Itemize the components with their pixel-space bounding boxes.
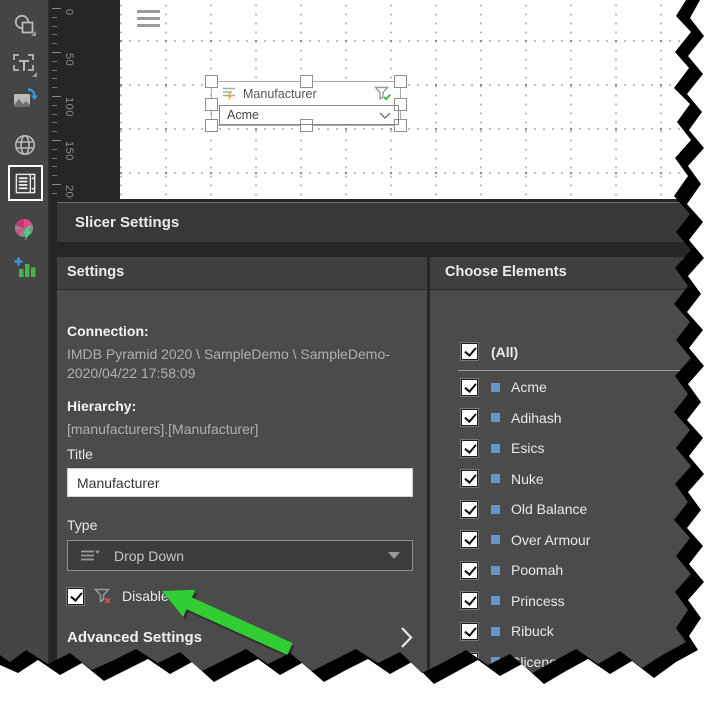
title-label: Title [67, 446, 93, 462]
slicer-widget[interactable]: Manufacturer Acme [211, 81, 401, 126]
element-label: Poomah [511, 562, 563, 578]
element-label: Nuke [511, 471, 544, 487]
element-checkbox[interactable] [461, 592, 478, 609]
element-label: Old Balance [511, 501, 587, 517]
settings-column: Connection: IMDB Pyramid 2020 \ SampleDe… [57, 257, 427, 704]
type-dropdown-value: Drop Down [114, 548, 388, 564]
element-bullet-icon [491, 627, 500, 636]
element-label: Esics [511, 440, 544, 456]
element-checkbox[interactable] [461, 409, 478, 426]
element-bullet-icon [491, 566, 500, 575]
element-checkbox[interactable] [461, 531, 478, 548]
bar-chart-tool-button[interactable] [0, 250, 50, 284]
element-checkbox[interactable] [461, 379, 478, 396]
element-checkbox[interactable] [461, 470, 478, 487]
globe-icon [12, 132, 38, 158]
resize-handle[interactable] [205, 98, 218, 111]
slicer-tool-button-selected[interactable] [8, 165, 43, 201]
menu-icon[interactable] [137, 10, 160, 31]
element-bullet-icon [491, 474, 500, 483]
element-label: Ribuck [511, 623, 554, 639]
screenshot-stage: 050100150200 Manufacturer [0, 0, 726, 704]
type-label: Type [67, 517, 97, 533]
pie-chart-icon [12, 216, 38, 242]
settings-panel: Settings Choose Elements Connection: IMD… [57, 257, 726, 704]
widget-dropdown-value: Acme [227, 108, 379, 122]
resize-handle[interactable] [205, 75, 218, 88]
element-checkbox[interactable] [461, 562, 478, 579]
filter-check-icon[interactable] [374, 86, 392, 102]
element-row[interactable]: Over Armour [461, 531, 590, 549]
element-checkbox[interactable] [461, 623, 478, 640]
connection-value: IMDB Pyramid 2020 \ SampleDemo \ SampleD… [67, 345, 419, 383]
element-label: Over Armour [511, 532, 590, 548]
element-checkbox[interactable] [461, 440, 478, 457]
shapes-tool-button[interactable] [0, 8, 50, 42]
element-label: Acme [511, 379, 547, 395]
type-dropdown[interactable]: Drop Down [67, 540, 413, 571]
disable-row[interactable]: Disable [67, 587, 169, 605]
shapes-icon [12, 12, 38, 38]
element-row[interactable]: Old Balance [461, 500, 587, 518]
element-label: Princess [511, 593, 565, 609]
element-row[interactable]: Adihash [461, 409, 562, 427]
hierarchy-label: Hierarchy: [67, 398, 136, 414]
image-icon [12, 87, 38, 113]
resize-handle[interactable] [394, 75, 407, 88]
panel-titlebar: Slicer Settings [57, 202, 726, 243]
element-row[interactable]: Poomah [461, 561, 563, 579]
text-frame-icon [12, 52, 38, 78]
dropdown-type-icon [80, 549, 100, 562]
bar-chart-icon [12, 254, 38, 280]
element-bullet-icon [491, 383, 500, 392]
hierarchy-value: [manufacturers].[Manufacturer] [67, 420, 419, 439]
element-label: Adihash [511, 410, 562, 426]
pie-chart-tool-button[interactable] [0, 212, 50, 246]
select-all-row[interactable]: (All) [461, 343, 518, 360]
element-bullet-icon [491, 505, 500, 514]
widget-dropdown[interactable]: Acme [219, 105, 399, 125]
chevron-down-icon [379, 112, 391, 119]
element-row[interactable]: Ribuck [461, 622, 554, 640]
disable-checkbox[interactable] [67, 588, 84, 605]
advanced-settings-label: Advanced Settings [67, 629, 400, 646]
element-bullet-icon [491, 444, 500, 453]
element-row[interactable]: Princess [461, 592, 565, 610]
select-all-label: (All) [491, 344, 518, 360]
connection-label: Connection: [67, 323, 149, 339]
element-bullet-icon [491, 596, 500, 605]
slicer-icon [13, 171, 38, 196]
element-bullet-icon [491, 413, 500, 422]
select-all-checkbox[interactable] [461, 343, 478, 360]
text-tool-button[interactable] [0, 48, 50, 82]
image-tool-button[interactable] [0, 83, 50, 117]
resize-handle[interactable] [205, 119, 218, 132]
widget-title: Manufacturer [243, 87, 374, 101]
list-separator [458, 370, 716, 371]
element-row[interactable]: Acme [461, 378, 547, 396]
toolbar [0, 0, 50, 704]
web-tool-button[interactable] [0, 128, 50, 162]
element-bullet-icon [491, 535, 500, 544]
caret-down-icon [388, 552, 400, 559]
title-input[interactable] [67, 468, 413, 497]
element-row[interactable]: Esics [461, 439, 544, 457]
element-checkbox[interactable] [461, 501, 478, 518]
app-window: 050100150200 Manufacturer [0, 0, 726, 704]
panel-title: Slicer Settings [75, 214, 179, 231]
disable-label: Disable [122, 588, 169, 604]
design-canvas[interactable]: Manufacturer Acme [120, 0, 712, 199]
vertical-ruler: 050100150200 [52, 0, 120, 199]
filter-disable-icon [94, 588, 113, 605]
advanced-settings-row[interactable]: Advanced Settings [67, 625, 413, 649]
element-row[interactable]: Nuke [461, 470, 544, 488]
chevron-right-icon [400, 626, 413, 649]
slicer-type-icon [222, 86, 238, 101]
